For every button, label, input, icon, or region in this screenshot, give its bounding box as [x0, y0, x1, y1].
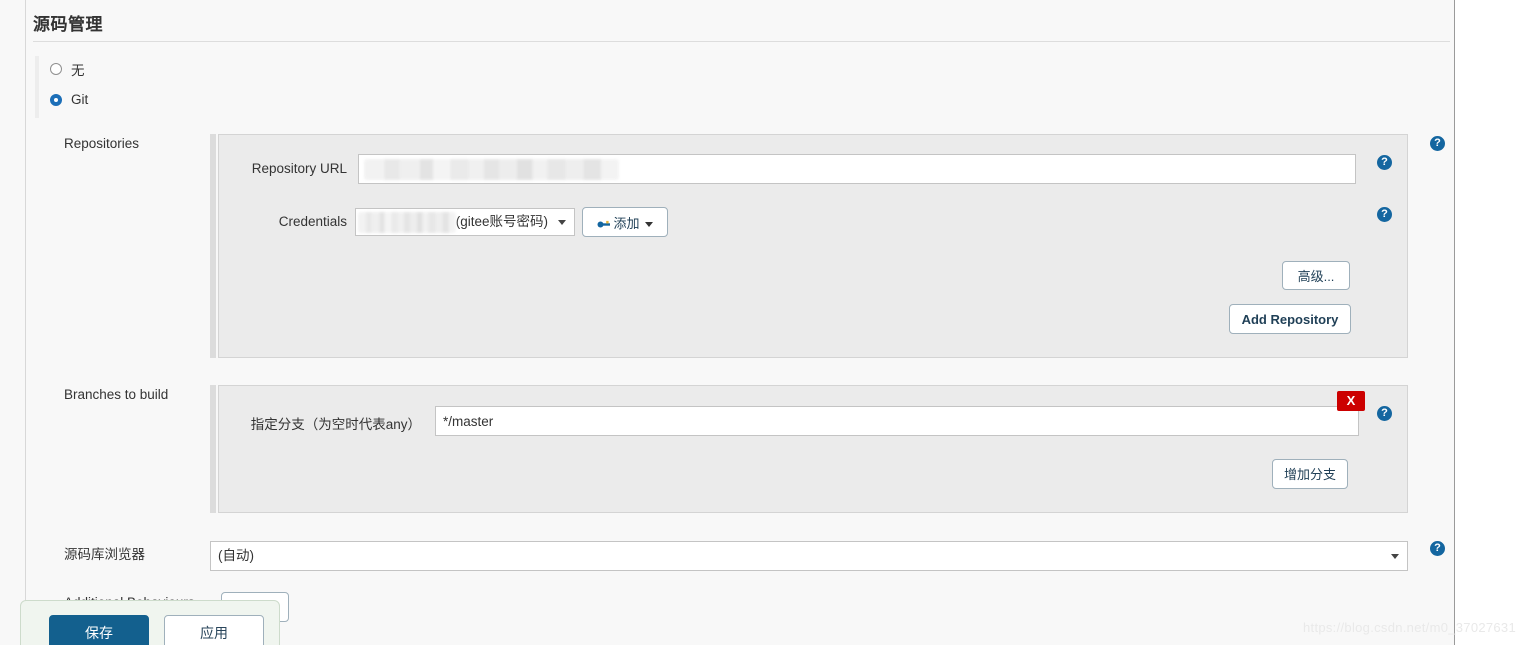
save-button[interactable]: 保存: [49, 615, 149, 645]
sticky-action-bar: 保存 应用: [20, 600, 280, 645]
repository-url-input[interactable]: [358, 154, 1356, 184]
advanced-button[interactable]: 高级...: [1282, 261, 1350, 290]
page-title: 源码管理: [33, 15, 103, 34]
repository-browser-select[interactable]: (自动): [210, 541, 1408, 571]
chevron-down-icon: [644, 221, 653, 227]
branch-spec-input[interactable]: [435, 406, 1359, 436]
apply-button[interactable]: 应用: [164, 615, 264, 645]
title-divider: [33, 41, 1450, 42]
repository-url-redaction: [364, 159, 619, 180]
credentials-selected-value: (gitee账号密码): [455, 214, 548, 229]
radio-option-none[interactable]: 无: [50, 56, 185, 81]
chevron-down-icon: [558, 220, 566, 225]
credentials-select[interactable]: (gitee账号密码): [355, 208, 575, 236]
repository-url-label: Repository URL: [251, 161, 347, 176]
scm-configuration-page: 源码管理 无 Git Repositories Repository URL C…: [0, 0, 1524, 645]
add-repository-button[interactable]: Add Repository: [1229, 304, 1351, 334]
repository-browser-label: 源码库浏览器: [64, 547, 145, 562]
repository-url-help-icon[interactable]: ?: [1377, 155, 1392, 170]
radio-git-indicator[interactable]: [50, 93, 62, 106]
branches-drag-handle[interactable]: [210, 385, 216, 513]
repository-browser-value: (自动): [218, 548, 254, 563]
credentials-redaction: [358, 212, 456, 233]
config-pane: 源码管理 无 Git Repositories Repository URL C…: [0, 0, 1455, 645]
radio-git-label: Git: [71, 92, 89, 107]
branch-spec-label: 指定分支（为空时代表any）: [250, 417, 421, 432]
radio-none-indicator[interactable]: [50, 62, 62, 75]
credentials-help-icon[interactable]: ?: [1377, 207, 1392, 222]
watermark: https://blog.csdn.net/m0_37027631: [1303, 620, 1516, 635]
scm-radio-group: 无 Git: [35, 56, 185, 118]
branch-spec-help-icon[interactable]: ?: [1377, 406, 1392, 421]
repository-browser-help-icon[interactable]: ?: [1430, 541, 1445, 556]
add-branch-button[interactable]: 增加分支: [1272, 459, 1348, 489]
repositories-drag-handle[interactable]: [210, 134, 216, 358]
credentials-label: Credentials: [278, 214, 347, 229]
add-credentials-button[interactable]: 添加: [582, 207, 668, 237]
chevron-down-icon: [1391, 554, 1399, 559]
repositories-label: Repositories: [64, 136, 140, 151]
repositories-panel: Repository URL Credentials (gitee账号密码) 添…: [218, 134, 1408, 358]
branches-label: Branches to build: [64, 387, 169, 402]
add-credentials-label: 添加: [613, 215, 640, 231]
repositories-help-icon[interactable]: ?: [1430, 136, 1445, 151]
left-divider: [25, 0, 26, 645]
delete-branch-button[interactable]: X: [1337, 391, 1365, 411]
branches-panel: 指定分支（为空时代表any） 增加分支: [218, 385, 1408, 513]
radio-option-git[interactable]: Git: [50, 87, 185, 112]
key-icon: [597, 220, 611, 228]
radio-none-label: 无: [71, 62, 85, 78]
